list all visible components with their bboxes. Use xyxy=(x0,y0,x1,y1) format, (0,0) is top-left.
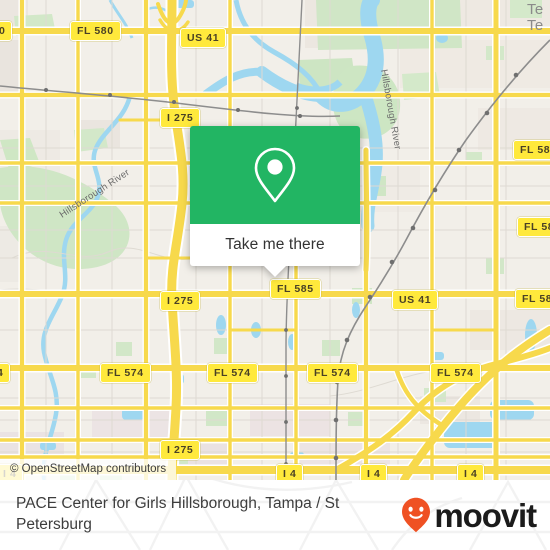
take-me-there-label: Take me there xyxy=(225,236,325,253)
road-shield: FL 580 xyxy=(70,21,121,41)
take-me-there-callout[interactable]: Take me there xyxy=(190,126,360,277)
road-shield: FL 583 xyxy=(517,217,550,237)
place-label: Te xyxy=(527,17,544,34)
osm-attribution[interactable]: © OpenStreetMap contributors xyxy=(0,459,177,480)
road-shield: US 41 xyxy=(180,28,227,48)
callout-action-bar[interactable]: Take me there xyxy=(190,224,360,277)
road-shield: FL 574 xyxy=(207,363,258,383)
road-shield: FL 583 xyxy=(513,140,550,160)
road-shield: I 275 xyxy=(160,440,201,460)
moovit-logo[interactable]: moovit xyxy=(401,496,537,534)
place-title: PACE Center for Girls Hillsborough, Tamp… xyxy=(16,495,340,533)
road-shield: US 41 xyxy=(392,290,439,310)
moovit-pin-smile-icon xyxy=(402,497,431,533)
road-shield: I 275 xyxy=(160,291,201,311)
road-shield: I 275 xyxy=(160,108,201,128)
map-pin-icon xyxy=(254,147,296,203)
road-shield: I 4 xyxy=(360,464,388,480)
road-shield: FL 585 xyxy=(270,279,321,299)
road-shield: I 4 xyxy=(276,464,304,480)
place-label-group: TeTe xyxy=(527,1,544,34)
moovit-wordmark: moovit xyxy=(434,496,537,534)
screenshot-root: Hillsborough River Hillsborough River Te T… xyxy=(0,0,550,550)
road-shield: FL 574 xyxy=(100,363,151,383)
road-shield: FL 574 xyxy=(430,363,481,383)
callout-icon-panel xyxy=(190,126,360,224)
road-shield: 4 xyxy=(0,363,11,383)
footer-bar: PACE Center for Girls Hillsborough, Tamp… xyxy=(0,480,550,550)
road-shield: FL 574 xyxy=(307,363,358,383)
road-shield: I 4 xyxy=(457,464,485,480)
callout-pointer-tail xyxy=(264,266,286,277)
place-label: Te xyxy=(527,1,544,18)
road-shield: FL 583 xyxy=(515,289,550,309)
road-shield: 0 xyxy=(0,21,13,41)
